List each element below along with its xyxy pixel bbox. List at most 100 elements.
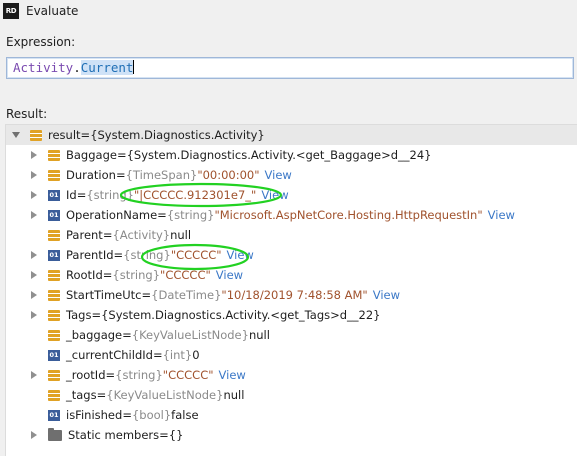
collapse-icon[interactable]	[10, 129, 22, 141]
expression-property-token: Current	[80, 60, 134, 75]
expand-icon[interactable]	[28, 189, 40, 201]
primitive-field-icon: 01	[48, 189, 60, 201]
tree-row[interactable]: 01 isFinished = {bool} false	[6, 405, 577, 425]
property-name: Baggage	[66, 148, 117, 162]
expand-icon[interactable]	[28, 429, 40, 441]
expression-input[interactable]: Activity.Current	[6, 57, 574, 79]
property-type: {string}	[115, 368, 163, 382]
view-link[interactable]: View	[373, 288, 400, 302]
title-bar: RD Evaluate	[0, 0, 577, 22]
property-value: "10/18/2019 7:48:58 AM"	[221, 288, 368, 302]
property-value: null	[248, 328, 270, 342]
property-value: "CCCCC"	[170, 248, 222, 262]
root-eq: =	[80, 128, 91, 142]
object-field-icon	[48, 309, 60, 321]
expand-icon[interactable]	[28, 289, 40, 301]
equals-sign: =	[76, 188, 87, 202]
root-value: {System.Diagnostics.Activity}	[90, 128, 265, 142]
property-type: {TimeSpan}	[125, 168, 198, 182]
view-link[interactable]: View	[488, 208, 515, 222]
equals-sign: =	[105, 368, 116, 382]
property-name: _tags	[66, 388, 97, 402]
property-type: {KeyValueListNode}	[131, 328, 249, 342]
property-type: {string}	[123, 248, 171, 262]
property-name: ParentId	[66, 248, 114, 262]
primitive-field-icon: 01	[48, 349, 60, 361]
equals-sign: =	[102, 228, 113, 242]
expand-icon[interactable]	[28, 209, 40, 221]
object-field-icon	[30, 129, 42, 141]
tree-row[interactable]: Tags = {System.Diagnostics.Activity.<get…	[6, 305, 577, 325]
result-tree[interactable]: result = {System.Diagnostics.Activity} B…	[5, 124, 577, 456]
object-field-icon	[48, 169, 60, 181]
property-value: {System.Diagnostics.Activity.<get_Baggag…	[126, 148, 432, 162]
tree-row[interactable]: Duration = {TimeSpan} "00:00:00" View	[6, 165, 577, 185]
primitive-field-icon: 01	[48, 409, 60, 421]
expand-icon[interactable]	[28, 269, 40, 281]
expand-icon[interactable]	[28, 249, 40, 261]
property-value: {}	[168, 428, 184, 442]
property-value: "CCCCC"	[160, 268, 211, 282]
property-type: {string}	[112, 268, 161, 282]
tree-row[interactable]: Baggage = {System.Diagnostics.Activity.<…	[6, 145, 577, 165]
equals-sign: =	[115, 168, 126, 182]
equals-sign: =	[96, 388, 107, 402]
object-field-icon	[48, 229, 60, 241]
property-value: "|CCCCC.912301e7_"	[134, 188, 257, 202]
tree-row[interactable]: _baggage = {KeyValueListNode} null	[6, 325, 577, 345]
object-field-icon	[48, 269, 60, 281]
tree-row[interactable]: RootId = {string} "CCCCC" View	[6, 265, 577, 285]
tree-row[interactable]: Static members = {}	[6, 425, 577, 445]
expand-icon[interactable]	[28, 369, 40, 381]
expand-icon[interactable]	[28, 149, 40, 161]
folder-icon	[48, 427, 62, 441]
tree-row[interactable]: _rootId = {string} "CCCCC" View	[6, 365, 577, 385]
view-link[interactable]: View	[219, 368, 246, 382]
tree-row[interactable]: 01 ParentId = {string} "CCCCC" View	[6, 245, 577, 265]
property-value: "Microsoft.AspNetCore.Hosting.HttpReques…	[214, 208, 483, 222]
property-name: _baggage	[66, 328, 123, 342]
expand-icon[interactable]	[28, 169, 40, 181]
expression-dot: .	[73, 60, 81, 75]
object-field-icon	[48, 149, 60, 161]
object-field-icon	[48, 389, 60, 401]
property-name: Parent	[66, 228, 103, 242]
expand-icon[interactable]	[28, 309, 40, 321]
rider-logo-icon: RD	[3, 3, 19, 19]
expression-type-token: Activity	[13, 60, 74, 75]
property-type: {string}	[166, 208, 215, 222]
tree-row[interactable]: Parent = {Activity} null	[6, 225, 577, 245]
property-type: {string}	[86, 188, 134, 202]
property-name: Duration	[66, 168, 116, 182]
property-type: {Activity}	[112, 228, 171, 242]
equals-sign: =	[116, 148, 127, 162]
property-name: _rootId	[66, 368, 106, 382]
property-name: RootId	[66, 268, 103, 282]
property-name: Static members	[68, 428, 160, 442]
property-name: StartTimeUtc	[66, 288, 142, 302]
tree-row[interactable]: 01 OperationName = {string} "Microsoft.As…	[6, 205, 577, 225]
text-caret	[133, 60, 135, 74]
view-link[interactable]: View	[265, 168, 292, 182]
tree-row[interactable]: _tags = {KeyValueListNode} null	[6, 385, 577, 405]
tree-row[interactable]: 01 Id = {string} "|CCCCC.912301e7_" View	[6, 185, 577, 205]
property-name: isFinished	[66, 408, 123, 422]
property-value: "00:00:00"	[197, 168, 260, 182]
tree-row[interactable]: 01 _currentChildId = {int} 0	[6, 345, 577, 365]
tree-root-row[interactable]: result = {System.Diagnostics.Activity}	[6, 125, 577, 145]
view-link[interactable]: View	[216, 268, 243, 282]
property-value: null	[223, 388, 245, 402]
property-type: {bool}	[131, 408, 172, 422]
tree-row[interactable]: StartTimeUtc = {DateTime} "10/18/2019 7:…	[6, 285, 577, 305]
equals-sign: =	[122, 328, 132, 342]
property-name: Id	[66, 188, 77, 202]
property-type: {KeyValueListNode}	[106, 388, 224, 402]
object-field-icon	[48, 369, 60, 381]
view-link[interactable]: View	[261, 188, 288, 202]
view-link[interactable]: View	[227, 248, 254, 262]
property-name: OperationName	[66, 208, 158, 222]
property-value: 0	[192, 348, 200, 362]
